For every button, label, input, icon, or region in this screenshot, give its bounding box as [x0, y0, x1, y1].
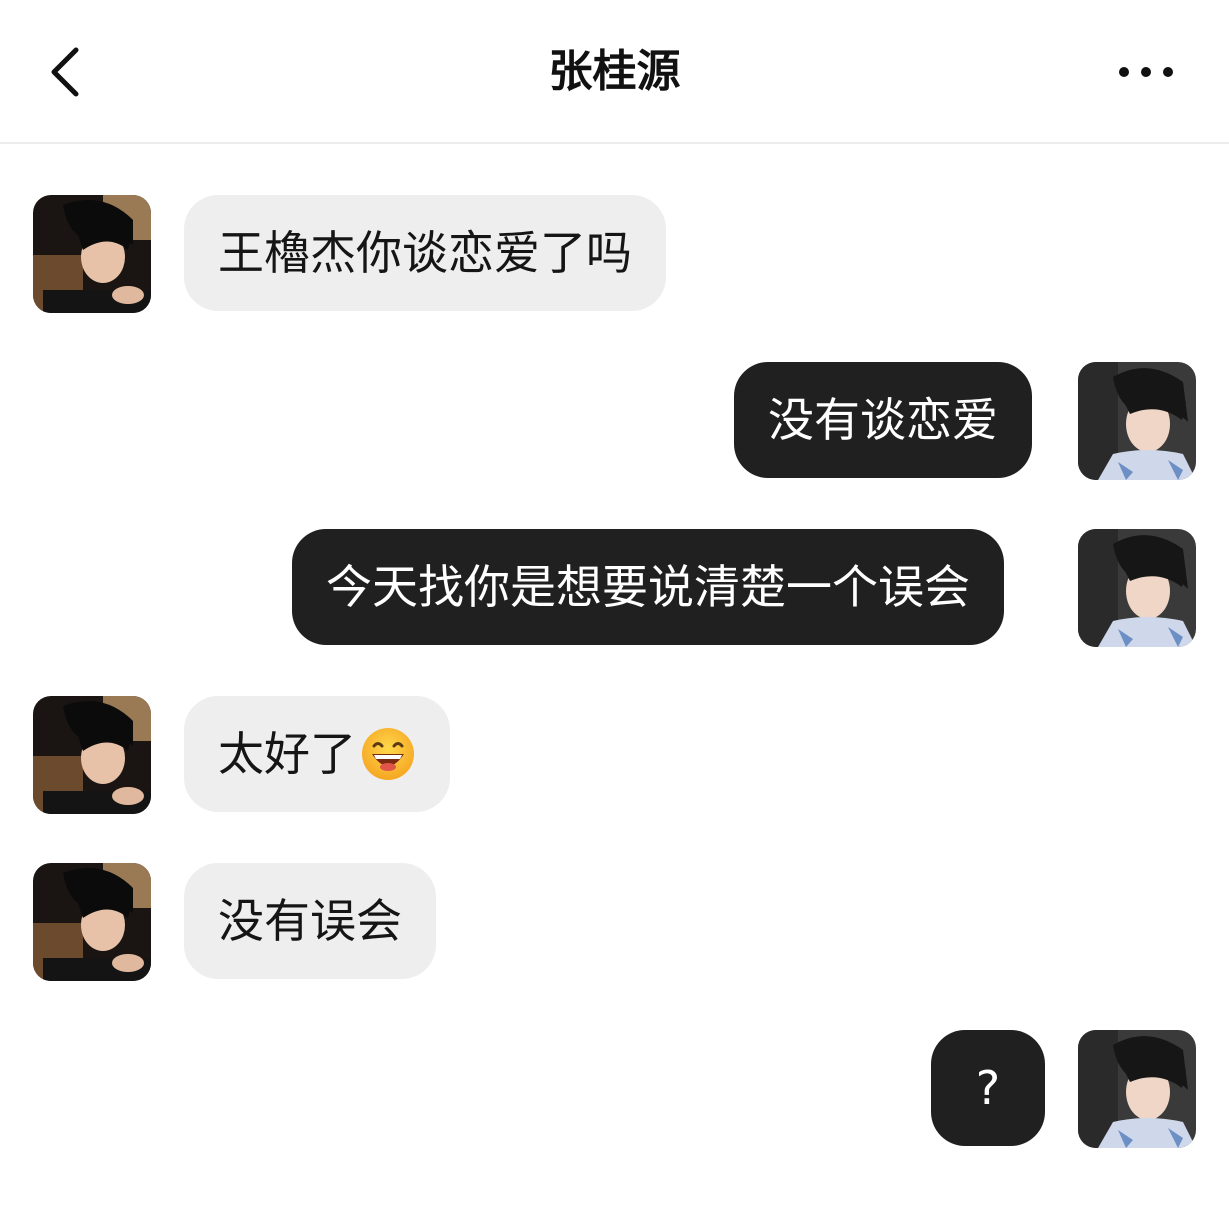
- self-avatar[interactable]: [1078, 362, 1196, 480]
- contact-avatar-image: [33, 195, 151, 313]
- contact-avatar-image: [33, 696, 151, 814]
- message-text: 今天找你是想要说清楚一个误会: [326, 560, 970, 614]
- contact-avatar[interactable]: [33, 696, 151, 814]
- more-horizontal-icon: [1119, 67, 1173, 77]
- self-avatar[interactable]: [1078, 529, 1196, 647]
- message-text: 太好了: [218, 727, 356, 781]
- message-bubble-outgoing[interactable]: 今天找你是想要说清楚一个误会: [292, 529, 1004, 645]
- self-avatar-image: [1078, 529, 1196, 647]
- message-text: 没有谈恋爱: [768, 393, 998, 447]
- chat-header: 张桂源: [0, 0, 1229, 144]
- message-text: 王櫓杰你谈恋爱了吗: [218, 226, 632, 280]
- chat-title: 张桂源: [548, 46, 681, 97]
- message-bubble-incoming[interactable]: 没有误会: [184, 863, 436, 979]
- message-bubble-incoming[interactable]: 王櫓杰你谈恋爱了吗: [184, 195, 666, 311]
- message-bubble-outgoing[interactable]: 没有谈恋爱: [734, 362, 1032, 478]
- contact-avatar[interactable]: [33, 195, 151, 313]
- message-text: 没有误会: [218, 894, 402, 948]
- message-bubble-incoming[interactable]: 太好了: [184, 696, 450, 812]
- grinning-face-emoji: [362, 728, 414, 780]
- contact-avatar-image: [33, 863, 151, 981]
- more-options-button[interactable]: [1110, 44, 1182, 100]
- message-text: ?: [975, 1061, 1001, 1115]
- contact-avatar[interactable]: [33, 863, 151, 981]
- self-avatar-image: [1078, 1030, 1196, 1148]
- self-avatar[interactable]: [1078, 1030, 1196, 1148]
- self-avatar-image: [1078, 362, 1196, 480]
- message-bubble-outgoing[interactable]: ?: [931, 1030, 1045, 1146]
